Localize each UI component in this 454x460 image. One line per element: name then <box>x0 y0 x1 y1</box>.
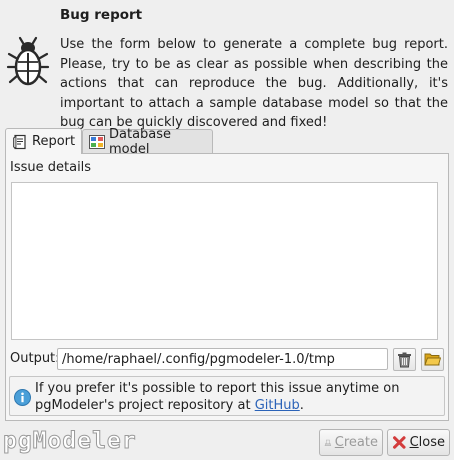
tab-database-model[interactable]: Database model <box>82 127 213 157</box>
output-path-input[interactable] <box>57 348 388 370</box>
create-button[interactable]: Create <box>319 429 383 456</box>
tab-report[interactable]: Report <box>5 128 82 154</box>
output-label: Output: <box>10 351 60 366</box>
info-text-before: If you prefer it's possible to report th… <box>35 381 400 413</box>
tab-database-model-label: Database model <box>109 126 172 157</box>
dialog-description: Use the form below to generate a complet… <box>60 37 448 130</box>
issue-details-textarea[interactable] <box>11 182 438 340</box>
create-button-label: Create <box>334 435 378 450</box>
bug-icon <box>6 36 50 86</box>
create-report-icon <box>324 439 332 446</box>
dialog-title: Bug report <box>60 7 143 23</box>
close-button[interactable]: Close <box>387 429 450 456</box>
clear-output-button[interactable] <box>393 348 416 371</box>
folder-open-icon <box>424 353 441 366</box>
pgmodeler-logo: pgModeler <box>3 428 137 455</box>
info-message-text: If you prefer it's possible to report th… <box>35 380 443 414</box>
tab-report-label: Report <box>32 134 76 149</box>
info-text-after: . <box>299 398 304 413</box>
report-document-icon <box>13 134 26 149</box>
close-icon <box>393 436 406 449</box>
trash-icon <box>398 352 411 367</box>
github-link[interactable]: GitHub <box>255 398 300 413</box>
info-icon <box>14 389 31 406</box>
select-output-folder-button[interactable] <box>421 348 444 371</box>
database-model-icon <box>89 134 105 149</box>
close-button-label: Close <box>409 435 445 450</box>
issue-details-label: Issue details <box>10 160 92 175</box>
